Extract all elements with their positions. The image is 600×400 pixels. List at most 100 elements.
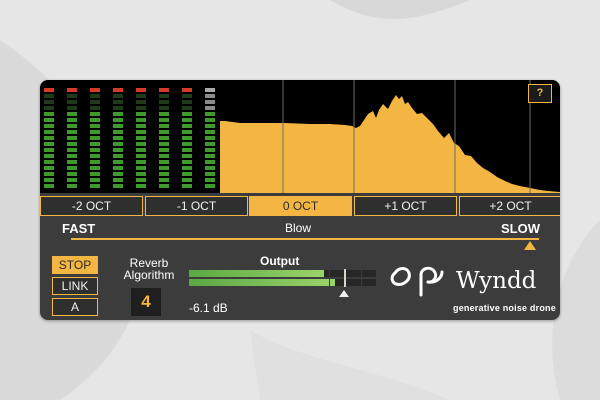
- meter-segment: [113, 106, 123, 110]
- meter-segment: [67, 124, 77, 128]
- meter-segment: [90, 178, 100, 182]
- meter-segment: [182, 166, 192, 170]
- algorithm-label: Algorithm: [123, 268, 175, 282]
- meter-segment: [113, 184, 123, 188]
- output-peak-marker: [344, 269, 346, 278]
- meter-segment: [329, 270, 330, 277]
- help-button[interactable]: ?: [528, 84, 552, 103]
- meter-segment: [182, 178, 192, 182]
- meter-segment: [44, 148, 54, 152]
- meter-segment: [361, 270, 362, 277]
- meter-segment: [44, 184, 54, 188]
- wyndd-device: ? -2 OCT -1 OCT 0 OCT +1 OCT +2 OCT FAST…: [40, 80, 560, 320]
- meter-segment: [67, 130, 77, 134]
- visualizer-panel: ?: [40, 80, 560, 193]
- output-label: Output: [260, 254, 300, 268]
- octave-button-plus-2[interactable]: +2 OCT: [459, 196, 560, 216]
- reverb-algorithm-value[interactable]: 4: [131, 288, 161, 316]
- meter-segment: [205, 118, 215, 122]
- octave-button-plus-1[interactable]: +1 OCT: [354, 196, 457, 216]
- meter-segment: [136, 136, 146, 140]
- octave-button-0[interactable]: 0 OCT: [249, 196, 352, 216]
- a-button[interactable]: A: [52, 298, 98, 316]
- meter-segment: [136, 166, 146, 170]
- meter-segment: [44, 130, 54, 134]
- meter-segment: [44, 106, 54, 110]
- meter-segment: [90, 154, 100, 158]
- meter-segment: [329, 279, 330, 286]
- meter-segment: [113, 118, 123, 122]
- meter-segment: [90, 112, 100, 116]
- meter-segment: [90, 130, 100, 134]
- meter-segment: [113, 112, 123, 116]
- meter-segment: [67, 184, 77, 188]
- meter-segment: [67, 166, 77, 170]
- output-meter-left: [189, 270, 376, 277]
- meter-segment: [113, 142, 123, 146]
- meter-segment: [159, 112, 169, 116]
- meter-segment: [44, 136, 54, 140]
- meter-segment: [182, 124, 192, 128]
- meter-segment: [136, 94, 146, 98]
- meter-segment: [205, 106, 215, 110]
- output-meter-left-fill: [189, 270, 324, 277]
- meter-segment: [136, 154, 146, 158]
- meter-segment: [44, 100, 54, 104]
- meter-segment: [205, 172, 215, 176]
- meter-segment: [67, 160, 77, 164]
- meter-segment: [182, 142, 192, 146]
- meter-segment: [67, 88, 77, 92]
- spectrum-area: [220, 95, 560, 193]
- meter-segment: [90, 100, 100, 104]
- level-meters: [44, 88, 215, 188]
- meter-segment: [44, 154, 54, 158]
- octave-button-minus-1[interactable]: -1 OCT: [145, 196, 248, 216]
- meter-segment: [67, 100, 77, 104]
- meter-segment: [67, 118, 77, 122]
- meter-segment: [182, 184, 192, 188]
- meter-segment: [44, 160, 54, 164]
- meter-segment: [159, 160, 169, 164]
- meter-segment: [159, 136, 169, 140]
- meter-segment: [67, 142, 77, 146]
- meter-segment: [67, 172, 77, 176]
- speed-slider-thumb[interactable]: [524, 241, 536, 250]
- link-button[interactable]: LINK: [52, 277, 98, 295]
- meter-segment: [159, 124, 169, 128]
- meter-segment: [113, 94, 123, 98]
- meter-segment: [205, 130, 215, 134]
- meter-segment: [159, 118, 169, 122]
- meter-segment: [44, 178, 54, 182]
- meter-segment: [136, 142, 146, 146]
- meter-segment: [90, 106, 100, 110]
- meter-segment: [205, 148, 215, 152]
- octave-button-minus-2[interactable]: -2 OCT: [40, 196, 143, 216]
- output-peak-marker: [344, 278, 346, 287]
- meter-segment: [90, 166, 100, 170]
- speed-fast-label: FAST: [62, 221, 96, 236]
- speed-slider-track[interactable]: [71, 238, 539, 240]
- stop-button[interactable]: STOP: [52, 256, 98, 274]
- meter-segment: [182, 100, 192, 104]
- meter-segment: [205, 184, 215, 188]
- mode-label: Blow: [285, 221, 312, 235]
- meter-segment: [136, 184, 146, 188]
- output-db-readout: -6.1 dB: [189, 301, 228, 315]
- meter-segment: [90, 118, 100, 122]
- output-gain-thumb[interactable]: [339, 290, 349, 297]
- meter-segment: [159, 88, 169, 92]
- meter-segment: [205, 112, 215, 116]
- meter-segment: [159, 184, 169, 188]
- meter-segment: [44, 88, 54, 92]
- meter-segment: [136, 148, 146, 152]
- meter-segment: [113, 124, 123, 128]
- meter-segment: [136, 100, 146, 104]
- meter-segment: [67, 106, 77, 110]
- meter-segment: [205, 166, 215, 170]
- meter-segment: [136, 112, 146, 116]
- octave-selector: -2 OCT -1 OCT 0 OCT +1 OCT +2 OCT: [40, 196, 560, 216]
- meter-segment: [182, 88, 192, 92]
- meter-segment: [136, 106, 146, 110]
- meter-segment: [182, 160, 192, 164]
- meter-segment: [361, 279, 362, 286]
